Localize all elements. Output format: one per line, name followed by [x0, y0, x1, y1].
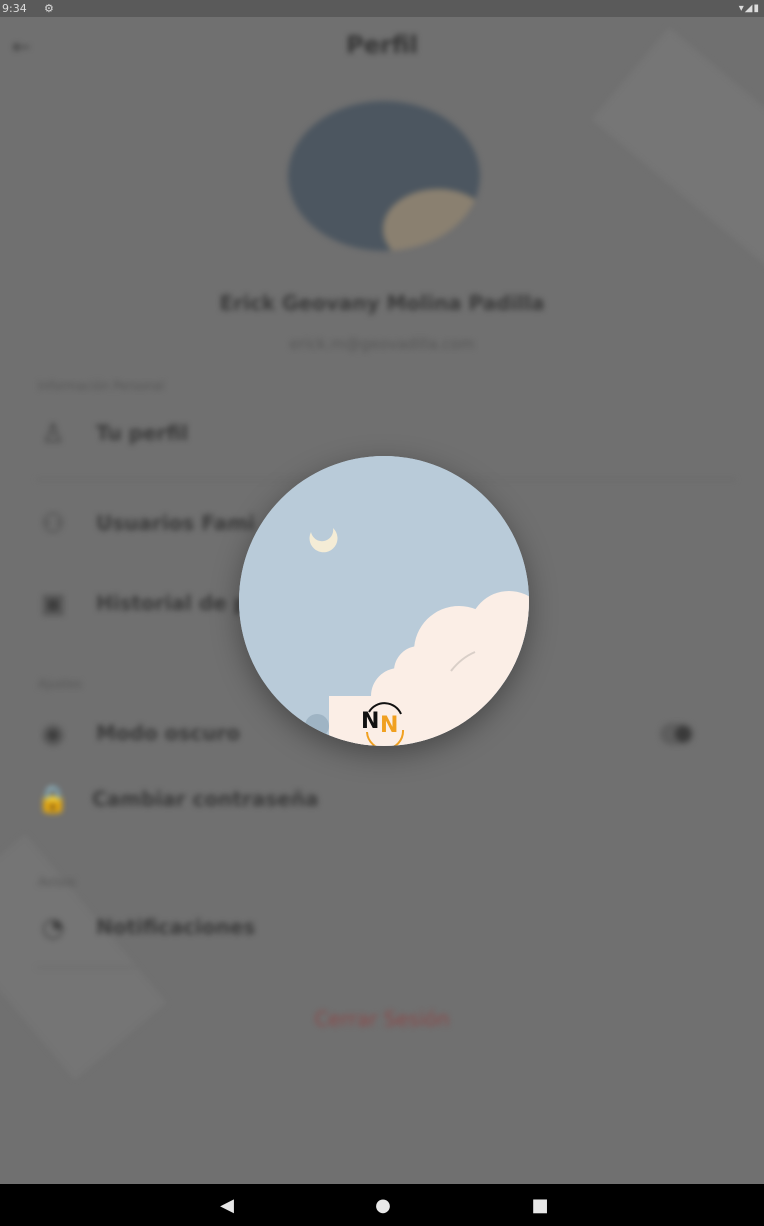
section-label-settings: Ajustes — [38, 677, 82, 691]
bell-icon: ◔ — [41, 913, 65, 943]
dark-mode-icon: ◉ — [41, 719, 65, 749]
navigation-bar: ◀ ● ■ — [0, 1184, 764, 1226]
menu-item-label: Cambiar contraseña — [92, 787, 319, 811]
logo-letter: N — [380, 713, 398, 738]
gear-icon: ⚙ — [44, 2, 54, 15]
menu-item-profile[interactable]: ♙ Tu perfil — [36, 415, 736, 455]
profile-photo-preview: N N — [239, 456, 529, 746]
menu-item-label: Historial de p — [96, 591, 248, 615]
background-decoration — [591, 27, 764, 287]
system-status-icons: ▾◢▮ — [738, 3, 760, 14]
divider — [36, 967, 136, 968]
back-nav-icon[interactable]: ◀ — [197, 1184, 257, 1226]
lock-icon: 🔒 — [36, 785, 70, 815]
logout-link[interactable]: Cerrar Sesión — [0, 1007, 764, 1031]
avatar[interactable] — [288, 101, 480, 251]
photo-illustration: N N — [239, 456, 529, 746]
menu-item-label: Usuarios Fami — [96, 511, 255, 535]
section-label-notices: Avisos — [38, 875, 76, 889]
logo-letter: N — [361, 709, 379, 734]
family-icon: ⚇ — [41, 509, 65, 539]
person-icon: ♙ — [41, 419, 65, 449]
camera-icon: ▣ — [40, 589, 66, 619]
page-title: Perfil — [346, 31, 418, 59]
dark-mode-toggle[interactable] — [660, 723, 694, 745]
status-time: 9:34 — [2, 2, 27, 15]
user-name: Erick Geovany Molina Padilla — [219, 291, 545, 315]
menu-item-notifications[interactable]: ◔ Notificaciones — [36, 909, 736, 949]
menu-item-label: Notificaciones — [96, 915, 256, 939]
background-decoration — [0, 834, 167, 1080]
menu-item-password[interactable]: 🔒 Cambiar contraseña — [36, 781, 736, 821]
recents-nav-icon[interactable]: ■ — [510, 1184, 570, 1226]
user-email: erick.m@geovadilla.com — [289, 335, 475, 353]
home-nav-icon[interactable]: ● — [353, 1184, 413, 1226]
menu-item-label: Tu perfil — [96, 421, 189, 445]
menu-item-label: Modo oscuro — [96, 721, 241, 745]
status-bar: 9:34 ⚙ ▾◢▮ — [0, 0, 764, 17]
section-label-personal: Información Personal — [38, 379, 165, 393]
